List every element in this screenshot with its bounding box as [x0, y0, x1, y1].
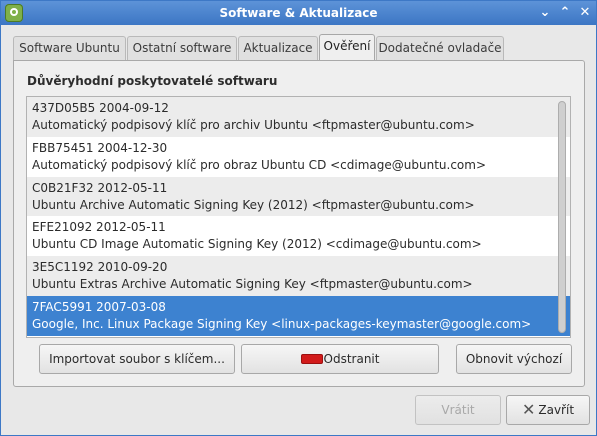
- trusted-providers-heading: Důvěryhodní poskytovatelé softwaru: [27, 74, 278, 88]
- maximize-button[interactable]: ⌃: [557, 5, 573, 21]
- key-list-item[interactable]: 7FAC5991 2007-03-08 Google, Inc. Linux Pa…: [27, 295, 570, 336]
- close-button-label: Zavřít: [538, 403, 575, 417]
- key-id-date: FBB75451 2004-12-30: [32, 140, 168, 155]
- key-description: Automatický podpisový klíč pro archiv Ub…: [32, 118, 475, 132]
- key-list-item[interactable]: 3E5C1192 2010-09-20 Ubuntu Extras Archive…: [27, 256, 570, 296]
- tab-authentication[interactable]: Ověření: [319, 34, 375, 61]
- tab-software-ubuntu[interactable]: Software Ubuntu: [13, 36, 126, 60]
- close-icon: ✕: [521, 399, 536, 419]
- key-description: Ubuntu CD Image Automatic Signing Key (2…: [32, 237, 482, 252]
- key-id-date: 3E5C1192 2010-09-20: [32, 260, 168, 275]
- restore-defaults-button[interactable]: Obnovit výchozí: [456, 344, 572, 374]
- key-description: Google, Inc. Linux Package Signing Key <…: [32, 316, 532, 331]
- key-id-date: C0B21F32 2012-05-11: [32, 180, 168, 195]
- tab-other-software[interactable]: Ostatní software: [127, 36, 237, 60]
- tab-updates[interactable]: Aktualizace: [238, 36, 318, 60]
- close-window-button[interactable]: ✕: [577, 5, 593, 21]
- key-list-item[interactable]: FBB75451 2004-12-30 Automatický podpisový…: [27, 136, 570, 177]
- trusted-keys-list[interactable]: 437D05B5 2004-09-12 Automatický podpisový…: [26, 96, 571, 338]
- tab-additional-drivers[interactable]: Dodatečné ovladače: [376, 36, 504, 60]
- remove-icon: [300, 353, 323, 364]
- remove-key-label: Odstranit: [323, 352, 380, 366]
- key-id-date: 437D05B5 2004-09-12: [32, 101, 169, 115]
- window-title: Software & Aktualizace: [219, 6, 378, 20]
- scrollbar-thumb[interactable]: [558, 101, 566, 333]
- list-scrollbar[interactable]: [557, 101, 567, 333]
- key-list-item[interactable]: EFE21092 2012-05-11 Ubuntu CD Image Autom…: [27, 216, 570, 257]
- key-id-date: EFE21092 2012-05-11: [32, 220, 166, 235]
- key-description: Ubuntu Extras Archive Automatic Signing …: [32, 277, 473, 292]
- key-description: Ubuntu Archive Automatic Signing Key (20…: [32, 197, 475, 212]
- key-list-item[interactable]: C0B21F32 2012-05-11 Ubuntu Archive Automa…: [27, 176, 570, 217]
- revert-button[interactable]: Vrátit: [415, 395, 501, 425]
- minimize-button[interactable]: ⌄: [537, 5, 553, 21]
- close-button[interactable]: ✕ Zavřít: [506, 395, 590, 425]
- window: Software & Aktualizace ⌄ ⌃ ✕ Software Ub…: [0, 0, 597, 436]
- key-id-date: 7FAC5991 2007-03-08: [32, 299, 166, 314]
- key-list-item[interactable]: 437D05B5 2004-09-12 Automatický podpisový…: [27, 97, 570, 137]
- title-bar[interactable]: Software & Aktualizace ⌄ ⌃ ✕: [1, 1, 596, 25]
- remove-key-button[interactable]: Odstranit: [241, 344, 439, 374]
- key-description: Automatický podpisový klíč pro obraz Ubu…: [32, 157, 487, 172]
- import-key-file-button[interactable]: Importovat soubor s klíčem...: [39, 344, 235, 374]
